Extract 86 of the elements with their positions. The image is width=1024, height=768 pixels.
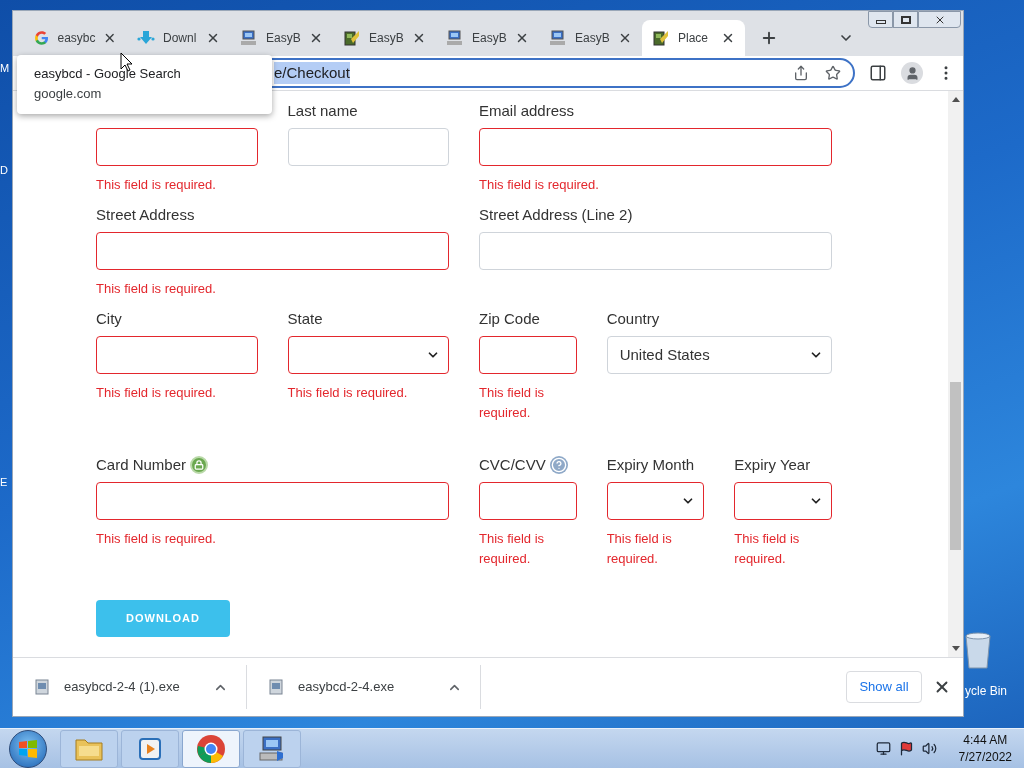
desktop-icon-label[interactable]: E <box>0 474 8 491</box>
select-field[interactable] <box>734 482 832 520</box>
action-center-icon[interactable] <box>898 741 914 756</box>
close-icon[interactable] <box>309 31 323 45</box>
field-label: Country <box>606 309 660 329</box>
text-field[interactable] <box>96 128 258 166</box>
clock[interactable]: 4:44 AM 7/27/2022 <box>958 731 1012 766</box>
text-field[interactable] <box>479 128 832 166</box>
lock-icon <box>190 456 209 474</box>
browser-tab[interactable]: Downl <box>127 20 230 56</box>
down-arrow-icon <box>137 30 155 46</box>
share-icon[interactable] <box>793 65 809 81</box>
installer-icon <box>343 29 361 47</box>
field-label: Card Number <box>96 455 187 475</box>
profile-icon[interactable] <box>901 62 923 84</box>
error-message: This field is required. <box>96 384 217 402</box>
computer-icon <box>446 29 464 47</box>
installer-icon <box>652 29 670 47</box>
select-field[interactable]: United States <box>606 336 832 374</box>
field-label: State <box>287 309 323 329</box>
text-field[interactable] <box>96 336 258 374</box>
hover-card-title: easybcd - Google Search <box>34 65 182 83</box>
network-icon[interactable] <box>875 741 891 756</box>
file-icon <box>269 679 283 695</box>
browser-tab[interactable]: EasyB <box>539 20 642 56</box>
google-icon <box>34 30 50 46</box>
close-icon[interactable] <box>206 31 220 45</box>
file-icon <box>35 679 49 695</box>
computer-icon <box>240 29 258 47</box>
error-message: This field is required. <box>96 280 217 298</box>
field-label: Street Address <box>96 205 195 225</box>
close-icon[interactable] <box>721 31 735 45</box>
maximize-button[interactable] <box>893 11 918 28</box>
close-icon[interactable] <box>618 31 632 45</box>
computer-icon <box>549 29 567 47</box>
browser-tab[interactable]: Place <box>642 20 745 56</box>
browser-tab[interactable]: EasyB <box>230 20 333 56</box>
browser-tab[interactable]: EasyB <box>436 20 539 56</box>
error-message: This field is required. <box>96 530 217 548</box>
show-all-button[interactable]: Show all <box>846 671 922 703</box>
taskbar-app[interactable] <box>243 729 301 768</box>
play-icon <box>137 735 163 762</box>
side-panel-icon[interactable] <box>869 64 887 82</box>
field-label: Expiry Year <box>734 455 811 475</box>
windows-logo-icon <box>18 739 38 758</box>
error-message: This field is required. <box>96 176 217 194</box>
field-label: Expiry Month <box>606 455 695 475</box>
browser-tab[interactable]: easybc <box>24 20 127 56</box>
field-label: Email address <box>479 101 575 121</box>
desktop-icon-label[interactable]: D <box>0 162 8 179</box>
error-message: This field is required. <box>287 384 409 402</box>
hover-card-domain: google.com <box>34 85 103 103</box>
recycle-bin-label[interactable]: ycle Bin <box>965 682 1008 700</box>
scrollbar[interactable] <box>948 91 963 657</box>
star-icon[interactable] <box>825 65 841 81</box>
text-field[interactable] <box>479 336 577 374</box>
text-field[interactable] <box>96 232 449 270</box>
select-field[interactable] <box>606 482 705 520</box>
minimize-button[interactable] <box>868 11 893 28</box>
volume-icon[interactable] <box>921 741 937 756</box>
desktop-icon-label[interactable]: M <box>0 60 10 77</box>
text-field[interactable] <box>479 482 577 520</box>
taskbar-app[interactable] <box>182 729 240 768</box>
close-icon[interactable] <box>412 31 426 45</box>
field-label: CVC/CVV <box>479 455 546 475</box>
select-field[interactable] <box>287 336 449 374</box>
taskbar-app[interactable] <box>121 729 179 768</box>
download-item[interactable]: easybcd-2-4.exe <box>247 665 481 709</box>
field-label: Street Address (Line 2) <box>479 205 633 225</box>
close-icon[interactable] <box>103 31 117 45</box>
field-label: Last name <box>287 101 358 121</box>
recycle-bin-icon[interactable] <box>962 630 994 670</box>
error-message: This field is required. <box>479 384 546 422</box>
error-message: This field is required. <box>734 530 801 568</box>
browser-tab[interactable]: EasyB <box>333 20 436 56</box>
close-icon[interactable] <box>515 31 529 45</box>
error-message: This field is required. <box>479 176 600 194</box>
start-button[interactable] <box>9 729 47 768</box>
error-message: This field is required. <box>479 530 546 568</box>
field-label: City <box>96 309 122 329</box>
text-field[interactable] <box>96 482 449 520</box>
download-item[interactable]: easybcd-2-4 (1).exe <box>13 665 247 709</box>
new-tab-icon[interactable] <box>760 29 778 47</box>
error-message: This field is required. <box>606 530 673 568</box>
chrome-icon <box>196 733 226 764</box>
field-label: Zip Code <box>479 309 540 329</box>
